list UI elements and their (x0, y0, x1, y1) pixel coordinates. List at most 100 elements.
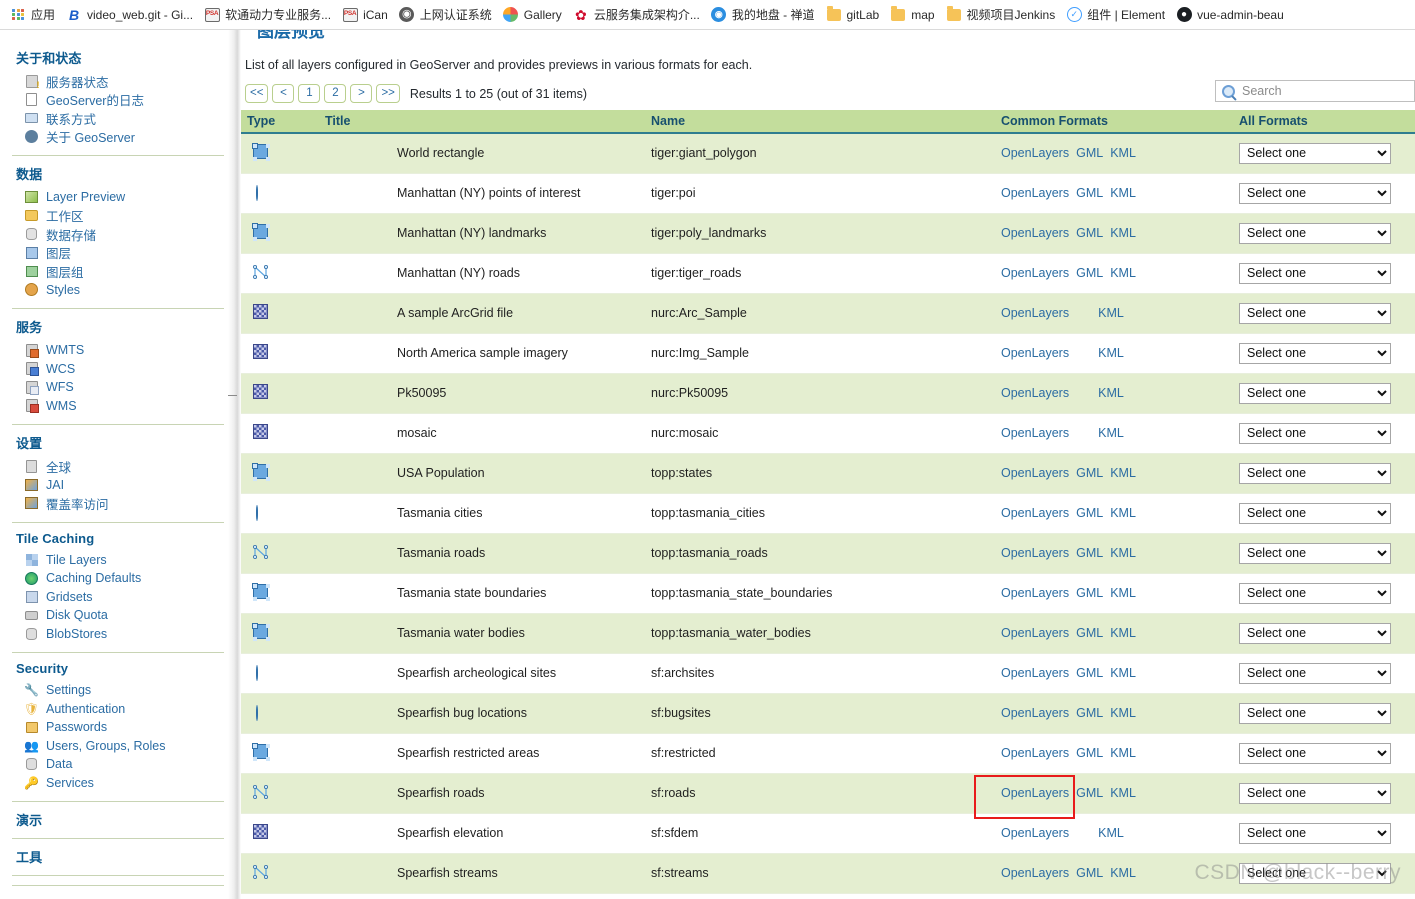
sidebar-item-[interactable]: 图层 (14, 244, 218, 263)
all-formats-select[interactable]: Select one (1239, 582, 1391, 604)
bookmark-item[interactable]: 应用 (6, 3, 62, 27)
bookmark-item[interactable]: 视频项目Jenkins (942, 3, 1063, 27)
all-formats-select[interactable]: Select one (1239, 502, 1391, 524)
sidebar-item-[interactable]: 联系方式 (14, 109, 218, 128)
format-link-kml[interactable]: KML (1110, 146, 1136, 160)
sidebar-item-geoserver[interactable]: GeoServer的日志 (14, 91, 218, 110)
all-formats-select[interactable]: Select one (1239, 462, 1391, 484)
format-link-openlayers[interactable]: OpenLayers (1001, 826, 1069, 840)
sidebar-item-gridsets[interactable]: Gridsets (14, 588, 218, 607)
format-link-gml[interactable]: GML (1076, 466, 1103, 480)
format-link-gml[interactable]: GML (1076, 786, 1103, 800)
all-formats-select[interactable]: Select one (1239, 262, 1391, 284)
column-header-name[interactable]: Name (645, 110, 995, 134)
search-input[interactable] (1240, 83, 1408, 99)
all-formats-select[interactable]: Select one (1239, 422, 1391, 444)
bookmark-item[interactable]: Bvideo_web.git - Gi... (62, 3, 200, 27)
format-link-openlayers[interactable]: OpenLayers (1001, 586, 1069, 600)
sidebar-item-[interactable]: 覆盖率访问 (14, 494, 218, 513)
all-formats-select[interactable]: Select one (1239, 782, 1391, 804)
bookmark-item[interactable]: Gallery (499, 3, 569, 27)
format-link-kml[interactable]: KML (1098, 426, 1124, 440)
bookmark-item[interactable]: map (886, 3, 941, 27)
format-link-gml[interactable]: GML (1076, 706, 1103, 720)
sidebar-item-wcs[interactable]: WCS (14, 360, 218, 379)
sidebar-item-[interactable]: 服务器状态 (14, 72, 218, 91)
sidebar-item-[interactable]: 图层组 (14, 262, 218, 281)
format-link-gml[interactable]: GML (1076, 626, 1103, 640)
sidebar-item-tile-layers[interactable]: Tile Layers (14, 551, 218, 570)
sidebar-item-users-groups-roles[interactable]: 👥 Users, Groups, Roles (14, 737, 218, 756)
sidebar-item-blobstores[interactable]: BlobStores (14, 625, 218, 644)
column-header-title[interactable]: Title (319, 110, 645, 134)
format-link-gml[interactable]: GML (1076, 666, 1103, 680)
format-link-openlayers[interactable]: OpenLayers (1001, 306, 1069, 320)
format-link-kml[interactable]: KML (1110, 786, 1136, 800)
column-header-common-formats[interactable]: Common Formats (995, 110, 1233, 134)
format-link-openlayers[interactable]: OpenLayers (1001, 786, 1069, 800)
sidebar-item-data[interactable]: Data (14, 755, 218, 774)
bookmark-item[interactable]: ✓ 组件 | Element (1062, 3, 1172, 27)
format-link-gml[interactable]: GML (1076, 746, 1103, 760)
format-link-openlayers[interactable]: OpenLayers (1001, 346, 1069, 360)
format-link-openlayers[interactable]: OpenLayers (1001, 666, 1069, 680)
all-formats-select[interactable]: Select one (1239, 302, 1391, 324)
all-formats-select[interactable]: Select one (1239, 622, 1391, 644)
bookmark-item[interactable]: ✿ 云服务集成架构介... (569, 3, 707, 27)
format-link-kml[interactable]: KML (1110, 666, 1136, 680)
sidebar-item-wfs[interactable]: WFS (14, 378, 218, 397)
sidebar-item-[interactable]: 工作区 (14, 207, 218, 226)
all-formats-select[interactable]: Select one (1239, 342, 1391, 364)
sidebar-item-[interactable]: 全球 (14, 457, 218, 476)
format-link-kml[interactable]: KML (1110, 746, 1136, 760)
format-link-kml[interactable]: KML (1098, 306, 1124, 320)
format-link-kml[interactable]: KML (1110, 186, 1136, 200)
all-formats-select[interactable]: Select one (1239, 182, 1391, 204)
column-header-type[interactable]: Type (241, 110, 319, 134)
format-link-gml[interactable]: GML (1076, 866, 1103, 880)
format-link-openlayers[interactable]: OpenLayers (1001, 546, 1069, 560)
pagination-last-button[interactable]: >> (376, 84, 400, 103)
format-link-openlayers[interactable]: OpenLayers (1001, 626, 1069, 640)
bookmark-item[interactable]: PSA 软通动力专业服务... (200, 3, 338, 27)
bookmark-item[interactable]: ● vue-admin-beau (1172, 3, 1291, 27)
all-formats-select[interactable]: Select one (1239, 862, 1391, 884)
format-link-kml[interactable]: KML (1110, 626, 1136, 640)
format-link-openlayers[interactable]: OpenLayers (1001, 866, 1069, 880)
all-formats-select[interactable]: Select one (1239, 662, 1391, 684)
format-link-gml[interactable]: GML (1076, 186, 1103, 200)
all-formats-select[interactable]: Select one (1239, 142, 1391, 164)
sidebar-item-jai[interactable]: JAI (14, 476, 218, 495)
sidebar-collapse-handle[interactable] (228, 395, 237, 396)
format-link-openlayers[interactable]: OpenLayers (1001, 506, 1069, 520)
format-link-kml[interactable]: KML (1110, 706, 1136, 720)
all-formats-select[interactable]: Select one (1239, 822, 1391, 844)
pagination-page-2-button[interactable]: 2 (324, 84, 347, 103)
column-header-all-formats[interactable]: All Formats (1233, 110, 1415, 134)
format-link-kml[interactable]: KML (1098, 346, 1124, 360)
all-formats-select[interactable]: Select one (1239, 382, 1391, 404)
sidebar-item-layer-preview[interactable]: Layer Preview (14, 188, 218, 207)
sidebar-item-geoserver[interactable]: 关于 GeoServer (14, 128, 218, 147)
sidebar-item-services[interactable]: 🔑 Services (14, 774, 218, 793)
format-link-gml[interactable]: GML (1076, 266, 1103, 280)
format-link-gml[interactable]: GML (1076, 546, 1103, 560)
format-link-kml[interactable]: KML (1110, 866, 1136, 880)
format-link-openlayers[interactable]: OpenLayers (1001, 466, 1069, 480)
bookmark-item[interactable]: gitLab (822, 3, 887, 27)
format-link-gml[interactable]: GML (1076, 586, 1103, 600)
format-link-kml[interactable]: KML (1110, 266, 1136, 280)
pagination-next-button[interactable]: > (350, 84, 373, 103)
all-formats-select[interactable]: Select one (1239, 222, 1391, 244)
format-link-kml[interactable]: KML (1110, 586, 1136, 600)
all-formats-select[interactable]: Select one (1239, 702, 1391, 724)
pagination-prev-button[interactable]: < (272, 84, 295, 103)
format-link-openlayers[interactable]: OpenLayers (1001, 186, 1069, 200)
all-formats-select[interactable]: Select one (1239, 542, 1391, 564)
bookmark-item[interactable]: PSA iCan (338, 3, 395, 27)
bookmark-item[interactable]: ◉ 上网认证系统 (395, 3, 499, 27)
format-link-kml[interactable]: KML (1110, 546, 1136, 560)
format-link-openlayers[interactable]: OpenLayers (1001, 746, 1069, 760)
format-link-openlayers[interactable]: OpenLayers (1001, 706, 1069, 720)
sidebar-item-styles[interactable]: Styles (14, 281, 218, 300)
